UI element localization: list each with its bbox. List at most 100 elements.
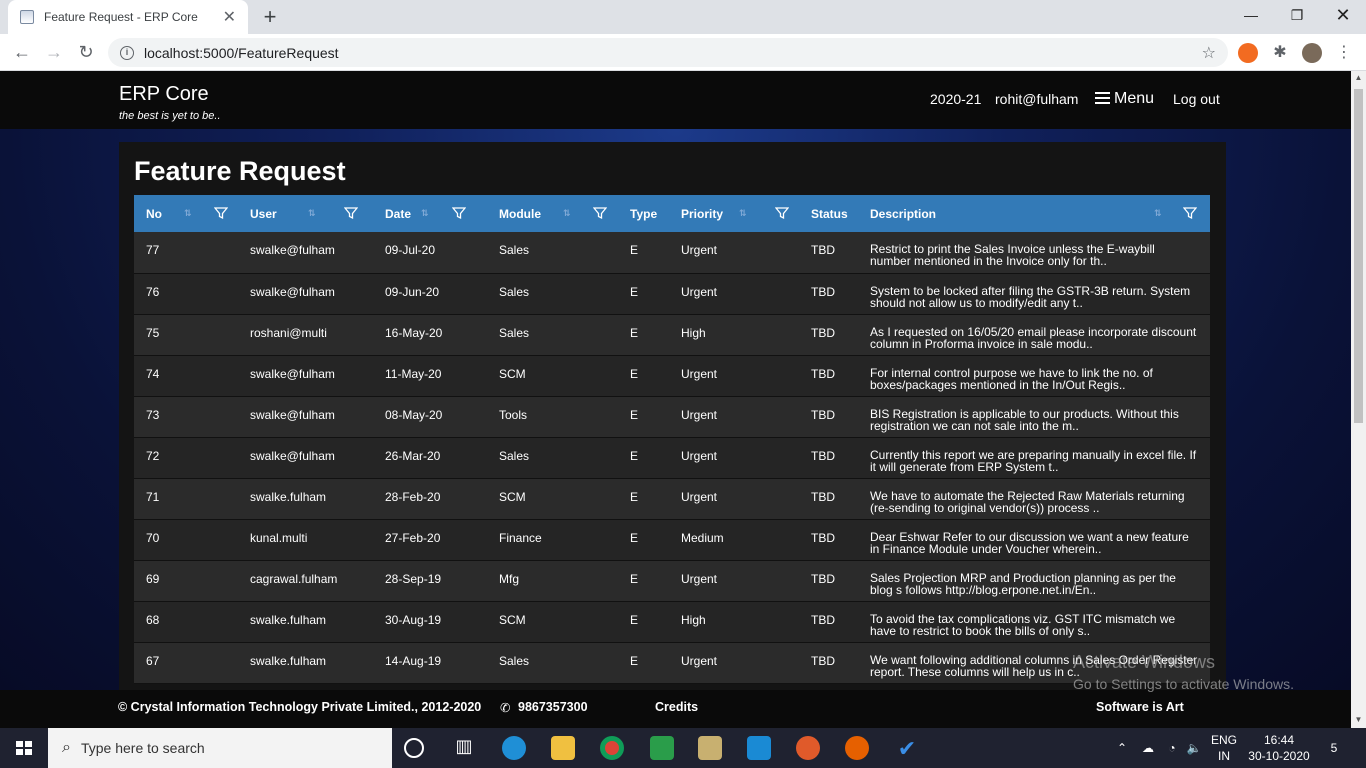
cell-status: TBD bbox=[811, 366, 835, 381]
site-info-icon[interactable]: i bbox=[120, 45, 134, 60]
extension-icon[interactable] bbox=[1238, 43, 1258, 63]
cell-date: 27-Feb-20 bbox=[385, 530, 441, 545]
profile-avatar[interactable] bbox=[1302, 43, 1322, 63]
table-row[interactable]: 77 swalke@fulham 09-Jul-20 Sales E Urgent TBD R… bbox=[134, 232, 1210, 273]
minimize-button[interactable]: — bbox=[1228, 0, 1274, 30]
filter-icon[interactable] bbox=[775, 206, 789, 220]
filter-icon[interactable] bbox=[214, 206, 228, 220]
scrollbar-thumb[interactable] bbox=[1354, 89, 1363, 423]
extensions-puzzle-icon[interactable]: ✱ bbox=[1270, 43, 1290, 63]
feature-request-table: No ⇅ User ⇅ Date ⇅ Module ⇅ Type Priority ⇅ S… bbox=[134, 195, 1210, 684]
tab-title: Feature Request - ERP Core bbox=[44, 10, 198, 24]
bookmark-star-icon[interactable]: ☆ bbox=[1202, 43, 1216, 63]
filter-icon[interactable] bbox=[452, 206, 466, 220]
cell-user: cagrawal.fulham bbox=[250, 571, 338, 586]
column-header-priority[interactable]: Priority ⇅ bbox=[669, 195, 799, 232]
task-view-icon[interactable]: ▥ bbox=[452, 736, 476, 760]
current-user[interactable]: rohit@fulham bbox=[995, 91, 1078, 107]
table-row[interactable]: 73 swalke@fulham 08-May-20 Tools E Urgent TBD B… bbox=[134, 396, 1210, 437]
filter-icon[interactable] bbox=[593, 206, 607, 220]
language-indicator[interactable]: ENG IN bbox=[1208, 728, 1240, 768]
cell-priority: Urgent bbox=[681, 407, 718, 422]
cell-description: Dear Eshwar Refer to our discussion we w… bbox=[870, 529, 1189, 556]
phone-number[interactable]: 9867357300 bbox=[518, 700, 588, 714]
reload-button[interactable]: ↻ bbox=[74, 40, 98, 64]
column-header-module[interactable]: Module ⇅ bbox=[487, 195, 618, 232]
cell-priority: Medium bbox=[681, 530, 724, 545]
sort-icon[interactable]: ⇅ bbox=[184, 208, 192, 219]
table-row[interactable]: 68 swalke.fulham 30-Aug-19 SCM E High TBD To av… bbox=[134, 601, 1210, 642]
firefox-icon[interactable] bbox=[845, 736, 869, 760]
table-row[interactable]: 67 swalke.fulham 14-Aug-19 Sales E Urgent TBD W… bbox=[134, 642, 1210, 683]
cell-user: swalke@fulham bbox=[250, 407, 335, 422]
table-row[interactable]: 75 roshani@multi 16-May-20 Sales E High TBD As … bbox=[134, 314, 1210, 355]
filter-icon[interactable] bbox=[344, 206, 358, 220]
table-row[interactable]: 69 cagrawal.fulham 28-Sep-19 Mfg E Urgent TBD S… bbox=[134, 560, 1210, 601]
table-row[interactable]: 76 swalke@fulham 09-Jun-20 Sales E Urgent TBD S… bbox=[134, 273, 1210, 314]
cell-description: As I requested on 16/05/20 email please … bbox=[870, 324, 1197, 351]
address-bar[interactable]: i localhost:5000/FeatureRequest ☆ bbox=[108, 38, 1228, 67]
new-tab-button[interactable]: + bbox=[258, 4, 282, 30]
brand-tagline: the best is yet to be.. bbox=[119, 110, 221, 122]
filter-icon[interactable] bbox=[1183, 206, 1197, 220]
brand-title[interactable]: ERP Core bbox=[119, 83, 209, 106]
cell-type: E bbox=[630, 612, 639, 627]
forward-button[interactable]: → bbox=[42, 40, 66, 64]
edge-icon[interactable] bbox=[502, 736, 526, 760]
scroll-up-icon[interactable]: ▲ bbox=[1351, 73, 1366, 82]
cell-no: 72 bbox=[146, 448, 160, 463]
restore-button[interactable]: ❐ bbox=[1274, 0, 1320, 30]
back-button[interactable]: ← bbox=[10, 40, 34, 64]
visual-studio-icon[interactable] bbox=[650, 736, 674, 760]
database-tool-icon[interactable] bbox=[698, 736, 722, 760]
cell-date: 26-Mar-20 bbox=[385, 448, 441, 463]
table-row[interactable]: 72 swalke@fulham 26-Mar-20 Sales E Urgent TBD C… bbox=[134, 437, 1210, 478]
close-tab-icon[interactable]: ✕ bbox=[223, 7, 236, 27]
cortana-icon[interactable] bbox=[404, 738, 424, 758]
sort-icon[interactable]: ⇅ bbox=[421, 208, 429, 219]
table-row[interactable]: 71 swalke.fulham 28-Feb-20 SCM E Urgent TBD We … bbox=[134, 478, 1210, 519]
page-scrollbar[interactable]: ▲ ▼ bbox=[1351, 71, 1366, 728]
column-header-type[interactable]: Type bbox=[618, 195, 669, 232]
activation-watermark-subtitle: Go to Settings to activate Windows. bbox=[1073, 676, 1294, 692]
vscode-icon[interactable] bbox=[747, 736, 771, 760]
cell-type: E bbox=[630, 530, 639, 545]
browser-menu-icon[interactable]: ⋮ bbox=[1334, 43, 1354, 63]
column-header-no[interactable]: No ⇅ bbox=[134, 195, 238, 232]
credits-link[interactable]: Credits bbox=[655, 700, 698, 714]
sort-icon[interactable]: ⇅ bbox=[1154, 208, 1162, 219]
column-header-user[interactable]: User ⇅ bbox=[238, 195, 373, 232]
financial-year[interactable]: 2020-21 bbox=[930, 91, 981, 107]
table-row[interactable]: 70 kunal.multi 27-Feb-20 Finance E Medium TBD D… bbox=[134, 519, 1210, 560]
postman-icon[interactable] bbox=[796, 736, 820, 760]
close-window-button[interactable]: ✕ bbox=[1320, 0, 1366, 30]
column-header-date[interactable]: Date ⇅ bbox=[373, 195, 487, 232]
page-title: Feature Request bbox=[134, 156, 346, 186]
sort-icon[interactable]: ⇅ bbox=[563, 208, 571, 219]
cell-description: Currently this report we are preparing m… bbox=[870, 447, 1197, 474]
taskbar-search[interactable]: ⌕ Type here to search bbox=[48, 728, 392, 768]
todo-icon[interactable]: ✔ bbox=[895, 736, 919, 761]
onedrive-icon[interactable]: ☁ bbox=[1138, 728, 1158, 768]
column-header-description[interactable]: Description ⇅ bbox=[858, 195, 1210, 232]
sort-icon[interactable]: ⇅ bbox=[308, 208, 316, 219]
scroll-down-icon[interactable]: ▼ bbox=[1351, 715, 1366, 724]
cell-no: 70 bbox=[146, 530, 160, 545]
notification-center-icon[interactable]: 5 bbox=[1322, 728, 1346, 768]
browser-tab[interactable]: Feature Request - ERP Core ✕ bbox=[8, 0, 248, 34]
chrome-icon[interactable] bbox=[600, 736, 624, 760]
network-icon[interactable]: ◔ bbox=[1162, 728, 1182, 768]
logout-link[interactable]: Log out bbox=[1173, 91, 1220, 107]
tray-chevron-icon[interactable]: ⌃ bbox=[1112, 728, 1132, 768]
sort-icon[interactable]: ⇅ bbox=[739, 208, 747, 219]
column-header-status[interactable]: Status bbox=[799, 195, 858, 232]
menu-button[interactable]: Menu bbox=[1095, 90, 1154, 108]
table-row[interactable]: 74 swalke@fulham 11-May-20 SCM E Urgent TBD For… bbox=[134, 355, 1210, 396]
cell-type: E bbox=[630, 489, 639, 504]
volume-icon[interactable]: 🔈 bbox=[1184, 728, 1204, 768]
windows-start-icon[interactable] bbox=[0, 728, 48, 768]
cell-type: E bbox=[630, 407, 639, 422]
app-footer: © Crystal Information Technology Private… bbox=[0, 690, 1351, 728]
clock[interactable]: 16:44 30-10-2020 bbox=[1246, 728, 1312, 768]
file-explorer-icon[interactable] bbox=[551, 736, 575, 760]
